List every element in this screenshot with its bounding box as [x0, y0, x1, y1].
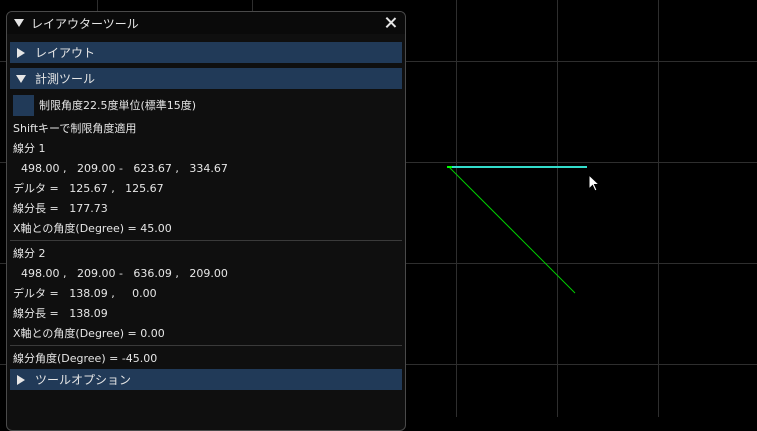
segment-1-angle: X軸との角度(Degree) = 45.00: [13, 222, 172, 235]
collapse-triangle-icon[interactable]: [14, 19, 24, 27]
layouter-tool-window: レイアウターツール レイアウト 計測ツール 制限角度22.5度単位(標準15度)…: [6, 11, 406, 431]
section-header-layout[interactable]: レイアウト: [10, 42, 402, 63]
segment-2-delta: デルタ = 138.09 , 0.00: [13, 287, 157, 300]
section-label-layout: レイアウト: [35, 46, 96, 60]
section-label-tool-options: ツールオプション: [35, 373, 132, 387]
window-title: レイアウターツール: [31, 16, 139, 31]
window-titlebar[interactable]: レイアウターツール: [7, 12, 405, 34]
segment-1-title: 線分 1: [13, 142, 46, 155]
segment-1-coords: 498.00 , 209.00 - 623.67 , 334.67: [21, 161, 228, 175]
snap-angle-label: 制限角度22.5度単位(標準15度): [39, 99, 197, 112]
section-header-tool-options[interactable]: ツールオプション: [10, 369, 402, 390]
mouse-cursor-icon: [588, 174, 600, 192]
expand-arrow-icon: [17, 47, 25, 58]
between-angle: 線分角度(Degree) = -45.00: [13, 352, 158, 365]
collapse-arrow-icon: [16, 74, 26, 83]
segment-2-title: 線分 2: [13, 247, 46, 260]
snap-angle-option[interactable]: 制限角度22.5度単位(標準15度): [7, 92, 405, 118]
expand-arrow-icon: [17, 374, 25, 385]
divider: [10, 240, 402, 241]
section-label-measure: 計測ツール: [35, 72, 96, 86]
close-icon[interactable]: [383, 15, 399, 31]
snap-angle-checkbox[interactable]: [13, 94, 34, 116]
divider: [10, 345, 402, 346]
section-header-measure[interactable]: 計測ツール: [10, 68, 402, 89]
segment-2-length: 線分長 = 138.09: [13, 307, 108, 320]
shift-hint: Shiftキーで制限角度適用: [13, 122, 137, 135]
segment-1-line: [448, 166, 576, 294]
segment-1-length: 線分長 = 177.73: [13, 202, 108, 215]
segment-2-coords: 498.00 , 209.00 - 636.09 , 209.00: [21, 266, 228, 280]
segment-1-delta: デルタ = 125.67 , 125.67: [13, 182, 164, 195]
segment-2-angle: X軸との角度(Degree) = 0.00: [13, 327, 165, 340]
